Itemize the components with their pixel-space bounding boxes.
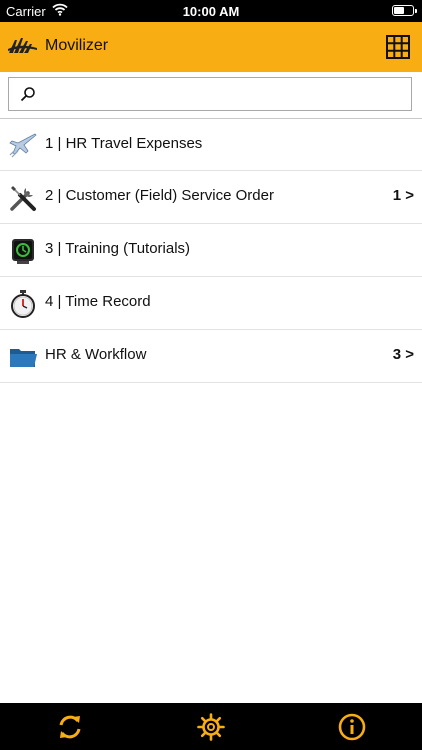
list-item-label: 2 | Customer (Field) Service Order [45,187,274,204]
sync-icon[interactable] [55,712,85,742]
item-count: 3 > [392,346,414,363]
info-icon[interactable] [337,712,367,742]
list-item-customer-service-order[interactable]: 2 | Customer (Field) Service Order 1 > [0,171,422,224]
list-item-label: 4 | Time Record [45,293,151,310]
search-box[interactable] [8,77,412,111]
battery-icon [392,5,417,16]
search-icon [20,86,36,107]
list-item-hr-workflow[interactable]: HR & Workflow 3 > [0,330,422,383]
airplane-icon [8,131,38,161]
wrench-screwdriver-icon [8,183,38,213]
list-item-training-tutorials[interactable]: 3 | Training (Tutorials) [0,224,422,277]
clock: 10:00 AM [182,4,240,19]
list-item-time-record[interactable]: 4 | Time Record [0,277,422,330]
item-count: 1 > [392,187,414,204]
app-title: Movilizer [45,37,109,54]
list-item-label: 1 | HR Travel Expenses [45,135,203,152]
grid-view-icon[interactable] [386,35,410,59]
status-bar: Carrier 10:00 AM [0,0,422,22]
settings-gear-icon[interactable] [196,712,226,742]
stopwatch-icon [8,289,38,319]
folder-icon [8,342,38,372]
list-item-label: 3 | Training (Tutorials) [45,240,191,257]
menu-list: 1 | HR Travel Expenses 2 | Customer (Fie… [0,119,422,383]
list-item-label: HR & Workflow [45,346,147,363]
training-device-icon [8,236,38,266]
list-item-hr-travel-expenses[interactable]: 1 | HR Travel Expenses [0,119,422,171]
search-bar [0,72,422,119]
search-input[interactable] [45,84,409,106]
app-header: Movilizer [0,22,422,72]
movilizer-logo-icon [8,37,38,60]
bottom-toolbar [0,703,422,750]
